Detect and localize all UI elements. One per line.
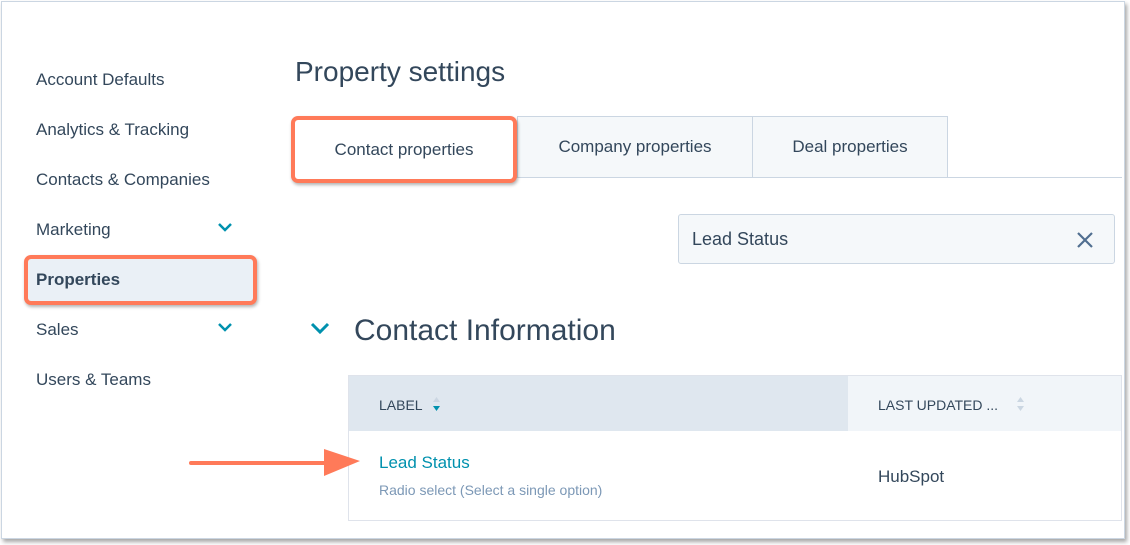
property-link[interactable]: Lead Status — [379, 453, 470, 473]
sidebar-item-label: Users & Teams — [36, 370, 151, 389]
sidebar-item-contacts-companies[interactable]: Contacts & Companies — [36, 170, 256, 190]
tab-label: Deal properties — [792, 137, 908, 156]
search-input[interactable]: Lead Status — [678, 214, 1115, 264]
sort-icon[interactable] — [1016, 394, 1025, 414]
column-header-last-updated[interactable]: LAST UPDATED ... — [848, 376, 1121, 431]
sidebar-item-label: Properties — [36, 270, 121, 289]
sidebar-item-properties[interactable]: Properties — [36, 270, 256, 290]
sidebar-item-label: Analytics & Tracking — [36, 120, 190, 139]
chevron-down-icon[interactable] — [216, 318, 234, 336]
column-header-text: LABEL — [379, 397, 423, 413]
annotation-arrow-icon — [189, 449, 360, 476]
sidebar-item-users-teams[interactable]: Users & Teams — [36, 370, 256, 390]
properties-table: LABEL LAST UPDATED ... Lead Status Radio… — [348, 375, 1122, 521]
search-value: Lead Status — [692, 229, 789, 249]
sidebar-item-marketing[interactable]: Marketing — [36, 220, 256, 240]
section-title: Contact Information — [354, 314, 616, 347]
tab-contact-properties[interactable]: Contact properties — [291, 116, 517, 183]
column-header-text: LAST UPDATED ... — [878, 397, 999, 413]
sidebar-item-label: Marketing — [36, 220, 111, 239]
tab-deal-properties[interactable]: Deal properties — [752, 116, 948, 178]
column-header-label[interactable]: LABEL — [349, 376, 848, 431]
last-updated-value: HubSpot — [878, 467, 945, 486]
close-icon[interactable] — [1074, 229, 1096, 251]
sidebar-item-label: Contacts & Companies — [36, 170, 210, 189]
chevron-down-icon[interactable] — [216, 218, 234, 236]
property-type: Radio select (Select a single option) — [379, 482, 603, 498]
sidebar-item-analytics-tracking[interactable]: Analytics & Tracking — [36, 120, 256, 140]
tab-label: Contact properties — [334, 139, 474, 159]
sidebar-item-sales[interactable]: Sales — [36, 320, 256, 340]
sort-icon[interactable] — [432, 394, 441, 414]
chevron-down-icon[interactable] — [309, 320, 331, 336]
page-title: Property settings — [295, 56, 506, 87]
sidebar-item-label: Sales — [36, 320, 79, 339]
tab-company-properties[interactable]: Company properties — [517, 116, 753, 178]
sidebar-item-label: Account Defaults — [36, 70, 165, 89]
tab-label: Company properties — [558, 137, 712, 156]
sidebar-item-account-defaults[interactable]: Account Defaults — [36, 70, 256, 90]
